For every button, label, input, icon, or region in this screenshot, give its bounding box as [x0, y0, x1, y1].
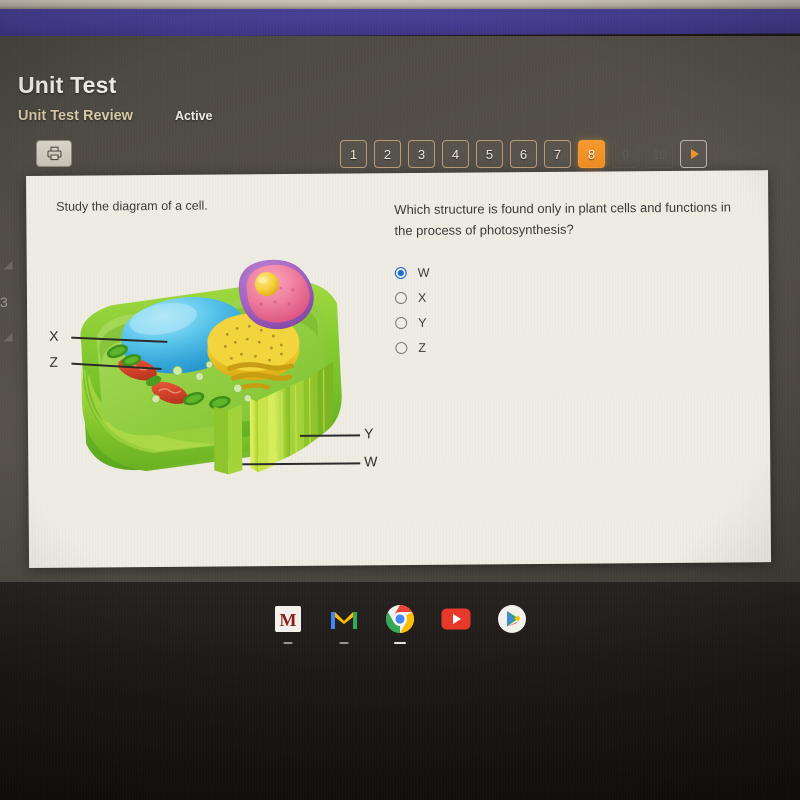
diagram-label-x: X [49, 327, 59, 344]
youtube-icon [441, 608, 471, 630]
shelf-running-dot [283, 642, 293, 644]
radio-x[interactable] [394, 292, 408, 305]
umn-app-icon: M [275, 606, 301, 632]
svg-text:M: M [280, 610, 297, 630]
question-column: Which structure is found only in plant c… [394, 196, 735, 361]
page-button-9: 9 [612, 140, 639, 168]
shelf-running-dot [339, 642, 349, 644]
page-button-5[interactable]: 5 [476, 140, 503, 168]
leader-line-w [242, 462, 361, 466]
print-button[interactable] [36, 140, 72, 167]
sub-tab-bar: Unit Test Review Active [18, 108, 212, 124]
diagram-label-w: W [364, 453, 378, 470]
radio-w[interactable] [394, 267, 407, 280]
question-panel: Study the diagram of a cell. X Z Y W Whi… [26, 170, 772, 568]
question-text: Which structure is found only in plant c… [394, 199, 732, 239]
shelf-running-dot-active [394, 642, 406, 644]
next-arrow-icon [690, 149, 699, 159]
page-button-8[interactable]: 8 [578, 140, 605, 168]
page-button-1[interactable]: 1 [340, 140, 367, 168]
chromebook-screen-photo: ◢ 3 ◢ Unit Test Unit Test Review Active … [0, 0, 800, 800]
edge-artifact-caret-top: ◢ [4, 259, 13, 271]
page-title: Unit Test [18, 72, 117, 98]
play-store-icon [498, 605, 526, 633]
printer-icon [46, 146, 62, 161]
edge-artifact-caret-bottom: ◢ [4, 331, 13, 343]
radio-y[interactable] [395, 317, 408, 330]
radio-z[interactable] [395, 342, 408, 355]
option-label-w: W [417, 266, 430, 281]
page-button-10: 10 [646, 140, 673, 168]
diagram-label-y: Y [363, 425, 374, 442]
answer-options[interactable]: W X Y Z [394, 258, 736, 361]
shelf-item-play-store[interactable] [495, 602, 529, 636]
option-y[interactable]: Y [395, 308, 735, 336]
option-w[interactable]: W [394, 258, 735, 286]
option-label-z: Z [418, 341, 427, 356]
test-header: Unit Test Unit Test Review Active [0, 40, 800, 140]
option-z[interactable]: Z [395, 333, 735, 361]
next-question-button[interactable] [680, 140, 707, 168]
question-stem: Study the diagram of a cell. [56, 198, 208, 214]
status-badge: Active [174, 109, 213, 123]
gmail-icon [331, 612, 357, 629]
page-button-2[interactable]: 2 [374, 140, 401, 168]
page-button-6[interactable]: 6 [510, 140, 537, 168]
plant-cell-diagram: X Z Y W [41, 245, 387, 500]
edge-artifact-digit: 3 [0, 294, 8, 310]
page-button-7[interactable]: 7 [544, 140, 571, 168]
shelf-item-youtube[interactable] [439, 602, 473, 636]
option-x[interactable]: X [394, 283, 735, 311]
plant-cell-illustration [71, 259, 361, 475]
option-label-y: Y [418, 316, 427, 331]
question-pagination[interactable]: 1 2 3 4 5 6 7 8 9 10 [340, 140, 707, 168]
shelf-app-list[interactable]: M [0, 593, 800, 645]
monitor-bezel-strip [0, 0, 800, 9]
option-label-x: X [417, 291, 427, 306]
page-button-3[interactable]: 3 [408, 140, 435, 168]
tab-unit-test-review[interactable]: Unit Test Review [18, 108, 133, 124]
diagram-label-z: Z [49, 353, 59, 370]
chrome-icon [386, 605, 414, 633]
page-button-4[interactable]: 4 [442, 140, 469, 168]
shelf-item-umn[interactable]: M [271, 602, 305, 644]
shelf-item-chrome[interactable] [383, 602, 417, 644]
shelf-item-gmail[interactable] [327, 602, 361, 644]
